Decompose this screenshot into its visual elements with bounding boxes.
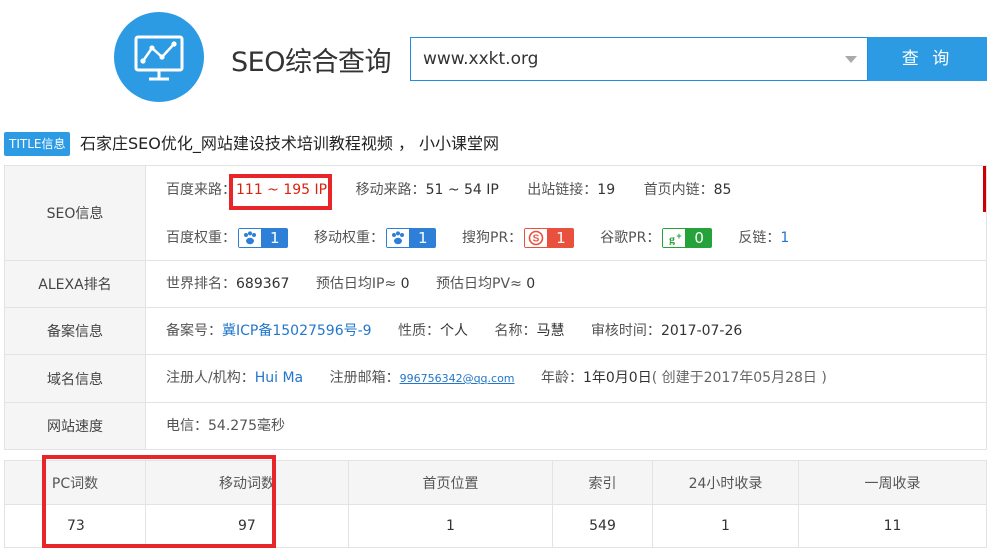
highlight-box-baidu-traffic xyxy=(229,174,332,210)
header-24h-indexed: 24小时收录 xyxy=(653,461,799,504)
info-table: SEO信息 百度来路：111 ~ 195 IP 移动来路：51 ~ 54 IP … xyxy=(4,165,987,450)
registrant-link[interactable]: Hui Ma xyxy=(255,370,303,386)
paw-icon xyxy=(238,228,262,248)
row-label: 域名信息 xyxy=(5,355,146,402)
title-badge: TITLE信息 xyxy=(4,132,71,156)
row-label: SEO信息 xyxy=(5,166,146,260)
daily-pv-value: 0 xyxy=(526,276,536,292)
indexed-week-value: 11 xyxy=(883,518,902,534)
header-week-indexed: 一周收录 xyxy=(864,475,921,492)
domain-age-value: 1年0月0日 xyxy=(582,370,652,386)
sogou-pr-badge[interactable]: S1 xyxy=(524,228,574,248)
paw-icon xyxy=(386,228,410,248)
seo-line-2: 百度权重： 1 移动权重： 1 搜狗PR： S 1 谷歌PR： g +0 反链：1 xyxy=(166,228,790,248)
svg-text:g: g xyxy=(669,232,675,245)
chevron-down-icon[interactable] xyxy=(845,56,857,63)
row-label: 网站速度 xyxy=(5,403,146,449)
baidu-weight-badge[interactable]: 1 xyxy=(238,228,288,248)
svg-text:S: S xyxy=(533,234,540,245)
sogou-icon: S xyxy=(524,228,549,248)
domain-row: 域名信息 注册人/机构：Hui Ma 注册邮箱：996756342@qq.com… xyxy=(5,355,986,403)
icp-audit-value: 2017-07-26 xyxy=(660,323,743,339)
homepage-position-value: 1 xyxy=(349,505,553,547)
daily-ip-value: 0 xyxy=(400,276,410,292)
outbound-links-value: 19 xyxy=(597,182,616,198)
world-rank-value: 689367 xyxy=(236,276,290,292)
speed-row: 网站速度 电信：54.275毫秒 xyxy=(5,403,986,449)
mobile-traffic-value: 51 ~ 54 IP xyxy=(425,182,499,198)
alexa-row: ALEXA排名 世界排名：689367 预估日均IP≈ 0 预估日均PV≈ 0 xyxy=(5,261,986,308)
svg-text:+: + xyxy=(677,231,682,241)
search-button[interactable]: 查 询 xyxy=(868,37,987,81)
domain-created-value: ( 创建于2017年05月28日 ) xyxy=(651,370,827,386)
icp-line: 备案号：冀ICP备15027596号-9 性质：个人 名称：马慧 审核时间：20… xyxy=(166,323,743,339)
seo-row: SEO信息 百度来路：111 ~ 195 IP 移动来路：51 ~ 54 IP … xyxy=(5,166,986,261)
backlinks-link[interactable]: 1 xyxy=(780,230,789,246)
alexa-line: 世界排名：689367 预估日均IP≈ 0 预估日均PV≈ 0 xyxy=(166,276,536,292)
speed-value: 电信：54.275毫秒 xyxy=(166,418,285,434)
logo xyxy=(114,12,204,102)
icp-nature-value: 个人 xyxy=(440,323,469,339)
header-index: 索引 xyxy=(553,461,653,504)
page-title: SEO综合查询 xyxy=(231,47,391,78)
header-homepage-position: 首页位置 xyxy=(349,461,553,504)
icp-name-value: 马慧 xyxy=(536,323,565,339)
indexed-24h-value: 1 xyxy=(653,505,799,547)
highlight-box-word-counts xyxy=(42,455,276,548)
icp-number-link[interactable]: 冀ICP备15027596号-9 xyxy=(222,323,372,339)
title-text: 石家庄SEO优化_网站建设技术培训教程视频 ， 小小课堂网 xyxy=(80,134,500,153)
icp-row: 备案信息 备案号：冀ICP备15027596号-9 性质：个人 名称：马慧 审核… xyxy=(5,308,986,355)
search-box[interactable] xyxy=(410,37,868,81)
index-value: 549 xyxy=(553,505,653,547)
domain-line: 注册人/机构：Hui Ma 注册邮箱：996756342@qq.com 年龄：1… xyxy=(166,370,827,386)
search-input[interactable] xyxy=(423,38,843,80)
homepage-links-value: 85 xyxy=(713,182,732,198)
google-plus-icon: g + xyxy=(662,228,687,248)
chart-monitor-icon xyxy=(134,35,184,81)
row-label: ALEXA排名 xyxy=(5,261,146,307)
row-label: 备案信息 xyxy=(5,308,146,354)
google-pr-badge[interactable]: g +0 xyxy=(662,228,712,248)
email-link[interactable]: 996756342@qq.com xyxy=(400,372,515,385)
mobile-weight-badge[interactable]: 1 xyxy=(386,228,436,248)
